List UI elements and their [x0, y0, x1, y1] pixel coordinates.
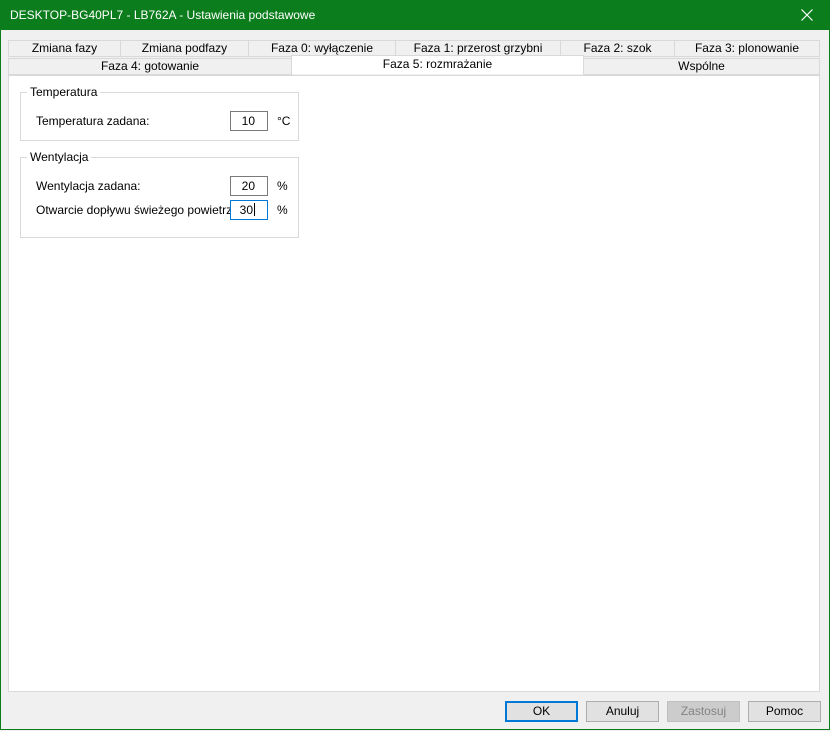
tab-zmiana-fazy[interactable]: Zmiana fazy	[8, 40, 121, 57]
fresh-air-unit: %	[277, 203, 288, 217]
temperatura-zadana-field[interactable]: 10	[230, 111, 268, 131]
tab-faza-3[interactable]: Faza 3: plonowanie	[674, 40, 820, 57]
close-button[interactable]	[784, 0, 830, 30]
help-button[interactable]: Pomoc	[748, 701, 821, 722]
close-icon	[801, 9, 813, 21]
ok-button[interactable]: OK	[505, 701, 578, 722]
temperatura-unit: °C	[277, 114, 291, 128]
wentylacja-zadana-field[interactable]: 20	[230, 176, 268, 196]
temperatura-group-title: Temperatura	[27, 85, 101, 99]
temperatura-group: Temperatura Temperatura zadana: 10 °C	[20, 85, 299, 141]
apply-button[interactable]: Zastosuj	[667, 701, 740, 722]
title-bar: DESKTOP-BG40PL7 - LB762A - Ustawienia po…	[0, 0, 830, 30]
tab-panel: Temperatura Temperatura zadana: 10 °C We…	[8, 75, 820, 692]
window-title: DESKTOP-BG40PL7 - LB762A - Ustawienia po…	[10, 8, 316, 22]
tab-wspolne[interactable]: Wspólne	[583, 58, 820, 75]
text-caret	[254, 203, 255, 216]
wentylacja-unit: %	[277, 179, 288, 193]
wentylacja-group: Wentylacja Wentylacja zadana: 20 % Otwar…	[20, 150, 299, 238]
fresh-air-label: Otwarcie dopływu świeżego powietrza:	[36, 203, 243, 217]
fresh-air-field[interactable]: 30	[230, 200, 268, 220]
tab-zmiana-podfazy[interactable]: Zmiana podfazy	[120, 40, 249, 57]
cancel-button[interactable]: Anuluj	[586, 701, 659, 722]
temperatura-zadana-label: Temperatura zadana:	[36, 114, 150, 128]
tab-faza-5[interactable]: Faza 5: rozmrażanie	[291, 55, 584, 74]
tab-faza-4[interactable]: Faza 4: gotowanie	[8, 58, 292, 75]
fresh-air-value: 30	[239, 203, 253, 217]
wentylacja-zadana-label: Wentylacja zadana:	[36, 179, 141, 193]
wentylacja-group-title: Wentylacja	[27, 150, 92, 164]
